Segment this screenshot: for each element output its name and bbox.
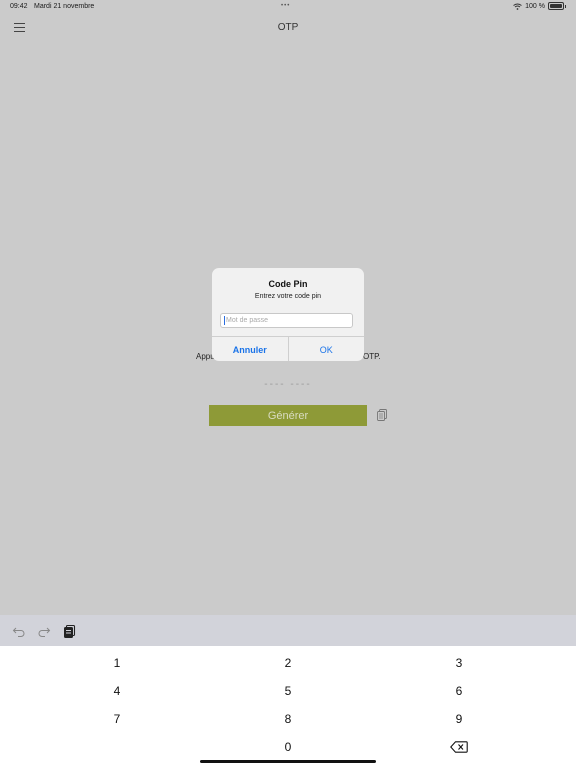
key-4[interactable]: 4 xyxy=(57,678,177,704)
status-time: 09:42 xyxy=(10,3,28,10)
key-3[interactable]: 3 xyxy=(399,650,519,676)
backspace-icon xyxy=(450,741,468,753)
pin-input-placeholder: Mot de passe xyxy=(226,317,269,324)
text-caret xyxy=(224,316,225,325)
key-0[interactable]: 0 xyxy=(228,734,348,760)
otp-code-display: ---- ---- xyxy=(264,379,312,390)
battery-icon xyxy=(548,2,564,10)
dialog-actions: Annuler OK xyxy=(212,336,364,361)
battery-percent: 100 % xyxy=(525,2,545,10)
status-date: Mardi 21 novembre xyxy=(34,3,95,10)
undo-icon[interactable] xyxy=(12,624,26,638)
keyboard-shortcut-bar xyxy=(0,615,576,646)
status-bar: 09:42 Mardi 21 novembre ••• 100 % xyxy=(0,0,576,14)
ok-button[interactable]: OK xyxy=(289,337,365,361)
navigation-bar: OTP xyxy=(0,14,576,42)
wifi-icon xyxy=(513,3,522,10)
instruction-text-end: OTP. xyxy=(363,352,381,361)
key-5[interactable]: 5 xyxy=(228,678,348,704)
paste-icon[interactable] xyxy=(63,624,77,638)
dialog-title: Code Pin xyxy=(268,279,308,289)
backspace-key[interactable] xyxy=(399,734,519,760)
home-indicator[interactable] xyxy=(200,760,376,763)
copy-icon[interactable] xyxy=(377,409,387,421)
page-title: OTP xyxy=(277,22,299,33)
numeric-keyboard: 1 2 3 4 5 6 7 8 9 0 xyxy=(0,646,576,768)
key-6[interactable]: 6 xyxy=(399,678,519,704)
dialog-message: Entrez votre code pin xyxy=(254,293,322,300)
redo-icon[interactable] xyxy=(37,624,51,638)
key-2[interactable]: 2 xyxy=(228,650,348,676)
generate-button[interactable]: Générer xyxy=(209,405,367,426)
key-1[interactable]: 1 xyxy=(57,650,177,676)
battery-tip xyxy=(565,4,566,8)
status-right: 100 % xyxy=(513,2,566,10)
key-7[interactable]: 7 xyxy=(57,706,177,732)
pin-password-input[interactable]: Mot de passe xyxy=(220,313,353,328)
key-9[interactable]: 9 xyxy=(399,706,519,732)
pin-code-dialog: Code Pin Entrez votre code pin Mot de pa… xyxy=(212,268,364,361)
cancel-button[interactable]: Annuler xyxy=(212,337,289,361)
multitasking-dots[interactable]: ••• xyxy=(281,3,290,9)
key-8[interactable]: 8 xyxy=(228,706,348,732)
